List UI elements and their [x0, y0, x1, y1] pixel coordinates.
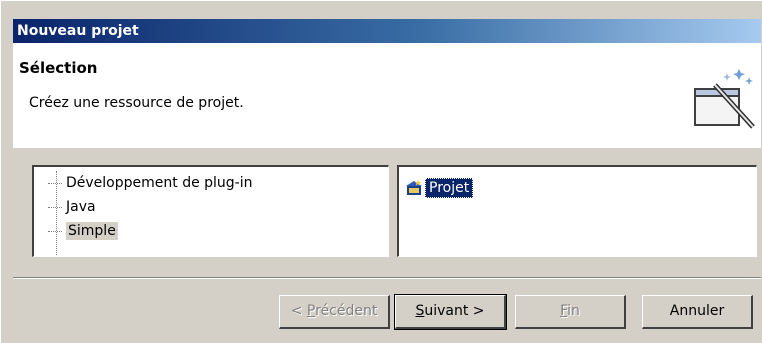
button-bar-divider	[13, 277, 761, 279]
back-button-label: récédent	[315, 303, 378, 319]
back-button-prefix: <	[290, 303, 307, 319]
next-button-label: uivant >	[424, 303, 485, 319]
list-item-project[interactable]: Projet	[405, 177, 474, 199]
wizard-header: Sélection Créez une ressource de projet.	[13, 43, 761, 148]
tree-item-simple[interactable]: Simple	[42, 219, 253, 243]
tree-item-label: Java	[66, 199, 96, 215]
back-button-mnemonic: P	[306, 303, 316, 319]
finish-button[interactable]: Fin	[515, 295, 626, 329]
project-folder-icon	[406, 180, 422, 195]
new-project-wizard-icon	[694, 69, 755, 129]
cancel-button[interactable]: Annuler	[642, 295, 753, 329]
tree-list: Développement de plug-in Java Simple	[42, 171, 253, 255]
list-item-label: Projet	[425, 178, 474, 198]
header-divider	[13, 147, 761, 148]
page-description: Créez une ressource de projet.	[29, 95, 244, 111]
new-project-dialog: Nouveau projet Sélection Créez une resso…	[0, 0, 762, 343]
next-button[interactable]: Suivant >	[394, 294, 507, 330]
category-tree[interactable]: Développement de plug-in Java Simple	[32, 165, 389, 257]
finish-button-label: in	[567, 303, 580, 319]
page-title: Sélection	[19, 59, 98, 77]
tree-item-plugin-development[interactable]: Développement de plug-in	[42, 171, 253, 195]
tree-item-java[interactable]: Java	[42, 195, 253, 219]
wizard-list[interactable]: Projet	[397, 165, 757, 257]
tree-item-label: Développement de plug-in	[66, 175, 253, 191]
window-title: Nouveau projet	[13, 19, 761, 43]
tree-item-label: Simple	[66, 222, 118, 240]
back-button[interactable]: < Précédent	[279, 295, 390, 329]
